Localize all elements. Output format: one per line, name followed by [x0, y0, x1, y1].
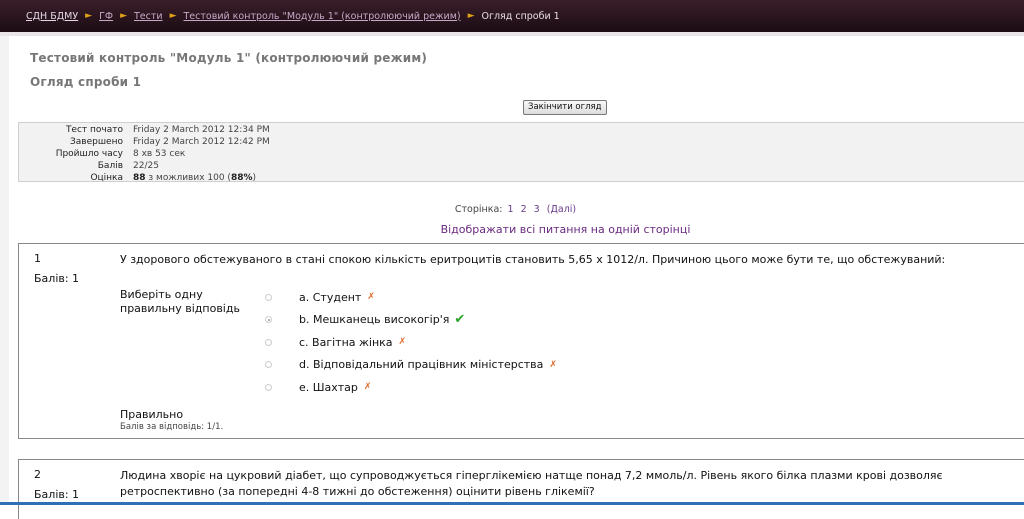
breadcrumb-link-tests[interactable]: Тести	[134, 11, 163, 22]
summary-label: Завершено	[69, 137, 123, 147]
question-grade: Балів: 1	[34, 488, 80, 501]
breadcrumb-link-quiz[interactable]: Тестовий контроль "Модуль 1" (контролююч…	[184, 11, 461, 22]
breadcrumb-link-home[interactable]: СДН БДМУ	[26, 11, 78, 22]
summary-label: Балів	[97, 161, 123, 171]
summary-value: Friday 2 March 2012 12:34 PM	[133, 125, 270, 135]
summary-row-marks: Балів 22/25	[19, 160, 1024, 172]
question-number: 1	[34, 252, 41, 265]
breadcrumb-arrow-icon: ►	[85, 11, 93, 21]
question-text: У здорового обстежуваного в стані спокою…	[120, 253, 946, 266]
breadcrumb-arrow-icon: ►	[169, 11, 177, 21]
answer-options: a. Студент ✗ b. Мешканець високогір'я ✔ …	[265, 286, 557, 399]
question-number: 2	[34, 468, 41, 481]
grade-score: 88	[133, 173, 146, 183]
question-2: 2 Балів: 1 Людина хворіє на цукровий діа…	[18, 459, 1024, 519]
breadcrumb-arrow-icon: ►	[120, 11, 127, 21]
answer-option-a[interactable]: a. Студент ✗	[265, 286, 557, 309]
correct-check-icon: ✔	[454, 312, 466, 328]
summary-row-started: Тест почато Friday 2 March 2012 12:34 PM	[19, 124, 1024, 136]
breadcrumb-arrow-icon: ►	[467, 11, 475, 21]
page-link-1[interactable]: 1	[508, 204, 514, 215]
attempt-summary-table: Тест почато Friday 2 March 2012 12:34 PM…	[18, 122, 1024, 184]
summary-value: 22/25	[133, 161, 159, 171]
answer-label: a. Студент	[299, 290, 362, 304]
summary-value: 8 хв 53 сек	[133, 149, 186, 159]
answer-option-e[interactable]: e. Шахтар ✗	[265, 376, 557, 399]
pagination-label: Сторінка:	[454, 204, 503, 215]
show-all-questions-link[interactable]: Відображати всі питання на одній сторінц…	[9, 223, 1024, 236]
incorrect-icon: ✗	[549, 359, 557, 370]
radio-button[interactable]	[265, 293, 272, 301]
answer-points: Балів за відповідь: 1/1.	[120, 422, 224, 432]
summary-label: Оцінка	[90, 173, 123, 183]
summary-row-completed: Завершено Friday 2 March 2012 12:42 PM	[19, 136, 1024, 148]
radio-button-selected[interactable]	[265, 316, 272, 324]
incorrect-icon: ✗	[398, 337, 407, 348]
answer-label: d. Відповідальний працівник міністерства	[299, 358, 544, 372]
answer-label: b. Мешканець високогір'я	[299, 313, 450, 327]
breadcrumb: СДН БДМУ ► ГФ ► Тести ► Тестовий контрол…	[0, 0, 1024, 32]
breadcrumb-link-faculty[interactable]: ГФ	[99, 11, 113, 22]
radio-button[interactable]	[265, 338, 272, 346]
radio-button[interactable]	[265, 361, 272, 369]
grade-out-of: з можливих 100 (	[145, 173, 231, 183]
page-link-3[interactable]: 3	[534, 204, 540, 215]
main-content: Тестовий контроль "Модуль 1" (контролююч…	[9, 36, 1024, 519]
page-subtitle: Огляд спроби 1	[30, 75, 142, 89]
answer-result: Правильно	[120, 408, 184, 421]
grade-close: )	[252, 173, 256, 183]
answer-option-d[interactable]: d. Відповідальний працівник міністерства…	[265, 354, 557, 377]
summary-row-grade: Оцінка 88 з можливих 100 (88%)	[19, 172, 1024, 184]
page-title: Тестовий контроль "Модуль 1" (контролююч…	[30, 51, 428, 65]
incorrect-icon: ✗	[367, 292, 375, 303]
question-1: 1 Балів: 1 У здорового обстежуваного в с…	[18, 243, 1024, 439]
answer-label: c. Вагітна жінка	[299, 335, 393, 349]
radio-button[interactable]	[265, 383, 272, 391]
summary-grade-value: 88 з можливих 100 (88%)	[133, 172, 256, 184]
answer-option-c[interactable]: c. Вагітна жінка ✗	[265, 331, 557, 354]
question-grade: Балів: 1	[34, 272, 80, 285]
summary-label: Пройшло часу	[55, 149, 123, 159]
incorrect-icon: ✗	[363, 382, 372, 393]
answer-option-b[interactable]: b. Мешканець високогір'я ✔	[265, 309, 557, 332]
summary-value: Friday 2 March 2012 12:42 PM	[133, 137, 270, 147]
finish-review-button[interactable]: Закінчити огляд	[523, 100, 607, 115]
breadcrumb-current: Огляд спроби 1	[481, 10, 560, 22]
grade-percent: 88%	[230, 173, 253, 183]
answer-prompt: Виберіть одну правильну відповідь	[120, 288, 240, 315]
pagination: Сторінка: 1 2 3 (Далі)	[9, 204, 1024, 215]
left-margin	[0, 36, 9, 505]
next-page-link[interactable]: (Далі)	[547, 204, 576, 215]
summary-label: Тест почато	[65, 125, 123, 135]
question-text: Людина хворіє на цукровий діабет, що суп…	[120, 469, 943, 498]
page-link-2[interactable]: 2	[521, 204, 527, 215]
answer-label: e. Шахтар	[299, 380, 358, 394]
summary-row-time-taken: Пройшло часу 8 хв 53 сек	[19, 148, 1024, 160]
